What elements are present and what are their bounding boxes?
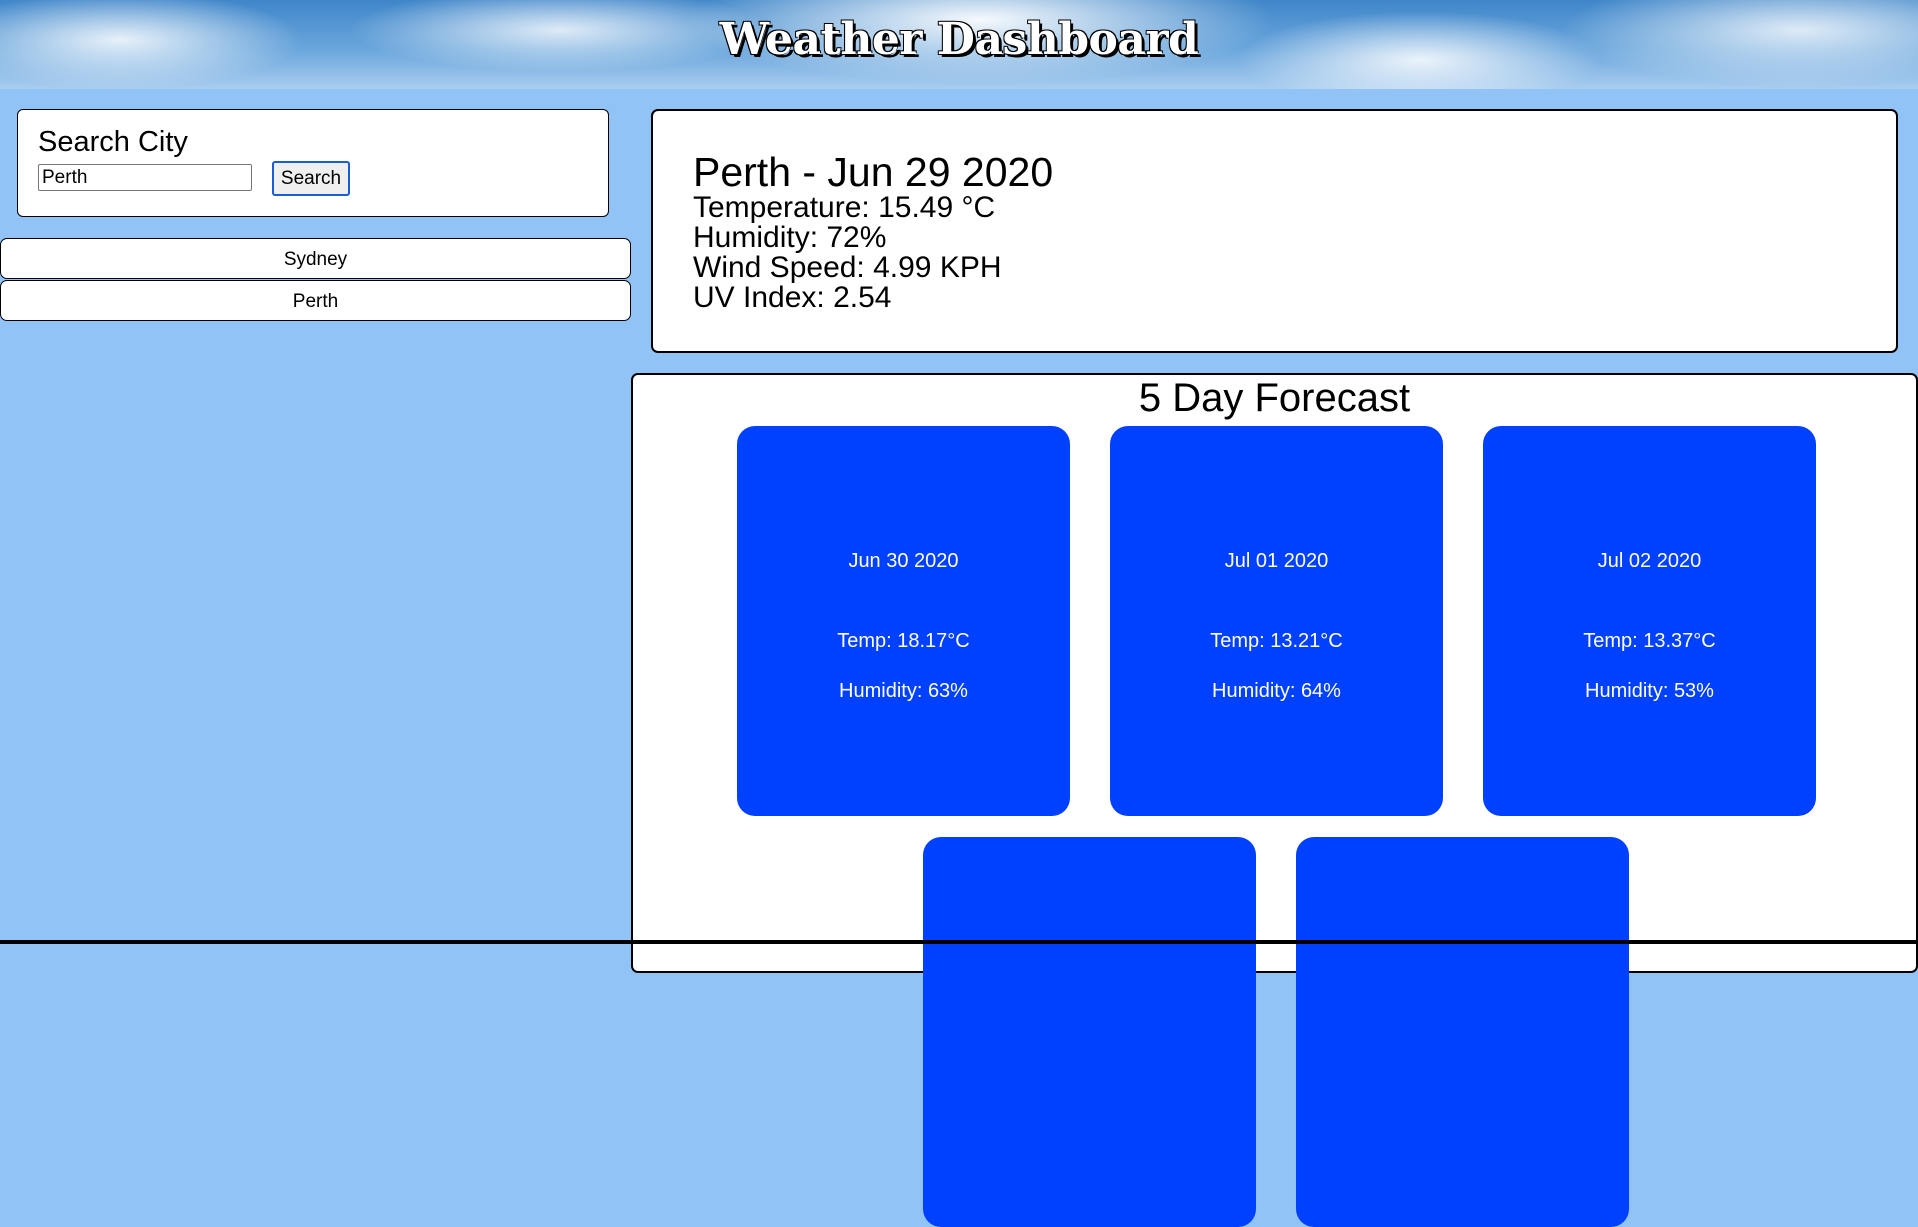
city-search-input[interactable]	[38, 164, 252, 191]
forecast-card: Jul 02 2020 Temp: 13.37°C Humidity: 53%	[1483, 426, 1816, 816]
header-banner: Weather Dashboard	[0, 0, 1918, 89]
page-title: Weather Dashboard	[719, 14, 1199, 65]
history-item-perth[interactable]: Perth	[0, 280, 631, 321]
forecast-date: Jun 30 2020	[848, 550, 959, 572]
current-city-heading: Perth - Jun 29 2020	[693, 149, 1054, 195]
search-history-list: Sydney Perth	[0, 238, 631, 322]
search-panel: Search City Search	[17, 109, 609, 217]
forecast-card: Jul 01 2020 Temp: 13.21°C Humidity: 64%	[1110, 426, 1443, 816]
forecast-date: Jul 02 2020	[1597, 550, 1702, 572]
forecast-humidity: Humidity: 64%	[1212, 680, 1341, 702]
current-wind-speed: Wind Speed: 4.99 KPH	[693, 251, 1002, 284]
current-temperature: Temperature: 15.49 °C	[693, 191, 996, 224]
current-weather-panel: Perth - Jun 29 2020 Temperature: 15.49 °…	[651, 109, 1898, 353]
current-humidity: Humidity: 72%	[693, 221, 887, 254]
search-button[interactable]: Search	[272, 161, 350, 196]
forecast-humidity: Humidity: 63%	[839, 680, 968, 702]
forecast-card: Jun 30 2020 Temp: 18.17°C Humidity: 63%	[737, 426, 1070, 816]
forecast-temp: Temp: 13.37°C	[1583, 630, 1716, 652]
forecast-card	[1296, 837, 1629, 1227]
forecast-temp: Temp: 13.21°C	[1210, 630, 1343, 652]
current-uv-index: UV Index: 2.54	[693, 281, 892, 314]
forecast-humidity: Humidity: 53%	[1585, 680, 1714, 702]
forecast-temp: Temp: 18.17°C	[837, 630, 970, 652]
forecast-date: Jul 01 2020	[1224, 550, 1329, 572]
forecast-title: 5 Day Forecast	[1138, 376, 1411, 420]
forecast-card	[923, 837, 1256, 1227]
forecast-panel: 5 Day Forecast Jun 30 2020 Temp: 18.17°C…	[631, 373, 1918, 1227]
window-bottom-edge	[0, 940, 1918, 944]
history-item-sydney[interactable]: Sydney	[0, 238, 631, 279]
search-title: Search City	[38, 126, 188, 158]
